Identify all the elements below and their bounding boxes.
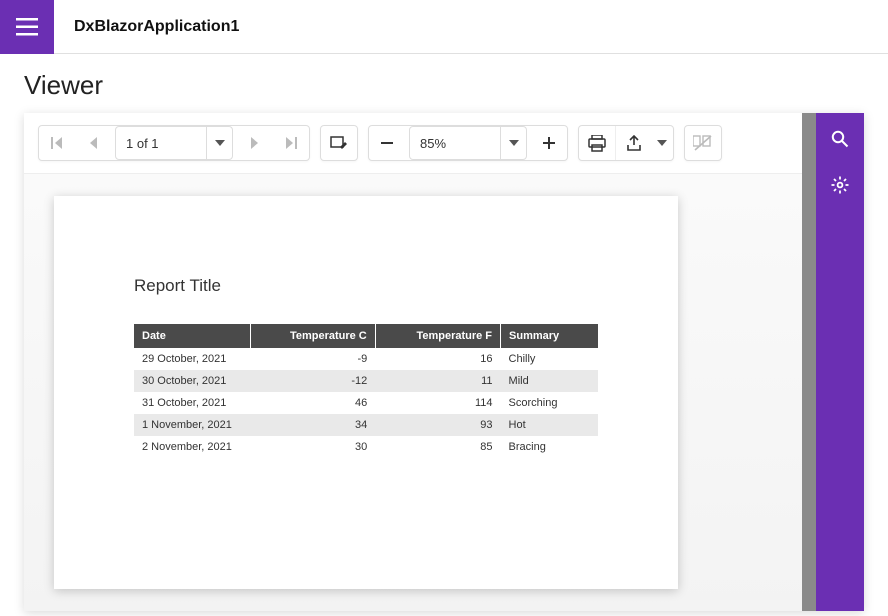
content-area: Viewer (0, 54, 888, 611)
zoom-input-wrapper (409, 126, 527, 160)
hamburger-menu-button[interactable] (0, 0, 54, 54)
zoom-in-button[interactable] (531, 126, 567, 160)
table-row: 31 October, 202146114Scorching (134, 392, 598, 414)
export-dropdown-button[interactable] (651, 126, 673, 160)
zoom-group (368, 125, 568, 161)
cell-tempC: -12 (250, 370, 375, 392)
cell-date: 2 November, 2021 (134, 436, 250, 458)
gear-icon (831, 176, 849, 194)
last-page-icon (284, 136, 298, 150)
top-bar: DxBlazorApplication1 (0, 0, 888, 54)
multipage-group (684, 125, 722, 161)
chevron-down-icon (657, 140, 667, 146)
col-header-tempc: Temperature C (250, 324, 375, 348)
last-page-button[interactable] (273, 126, 309, 160)
table-header-row: Date Temperature C Temperature F Summary (134, 324, 598, 348)
next-page-button[interactable] (237, 126, 273, 160)
cell-date: 1 November, 2021 (134, 414, 250, 436)
document-viewer: Report Title Date Temperature C Temperat… (24, 113, 864, 611)
plus-icon (542, 136, 556, 150)
first-page-icon (50, 136, 64, 150)
output-group (578, 125, 674, 161)
cell-summary: Bracing (501, 436, 598, 458)
cell-tempC: 46 (250, 392, 375, 414)
page-dropdown-button[interactable] (206, 127, 232, 159)
cell-date: 31 October, 2021 (134, 392, 250, 414)
export-button[interactable] (615, 126, 651, 160)
cell-date: 29 October, 2021 (134, 348, 250, 370)
print-button[interactable] (579, 126, 615, 160)
col-header-summary: Summary (501, 324, 598, 348)
chevron-left-icon (88, 136, 98, 150)
table-row: 2 November, 20213085Bracing (134, 436, 598, 458)
zoom-dropdown-button[interactable] (500, 127, 526, 159)
cell-tempF: 11 (375, 370, 500, 392)
hamburger-icon (16, 18, 38, 36)
page-navigation-group (38, 125, 310, 161)
app-title: DxBlazorApplication1 (74, 18, 239, 36)
minus-icon (380, 136, 394, 150)
table-row: 30 October, 2021-1211Mild (134, 370, 598, 392)
col-header-tempf: Temperature F (375, 324, 500, 348)
page-title: Viewer (24, 70, 864, 101)
cell-tempF: 93 (375, 414, 500, 436)
chevron-down-icon (509, 140, 519, 146)
zoom-out-button[interactable] (369, 126, 405, 160)
toggle-multipage-button[interactable] (685, 126, 721, 160)
cell-tempC: -9 (250, 348, 375, 370)
vertical-scrollbar[interactable] (802, 113, 816, 611)
viewer-main: Report Title Date Temperature C Temperat… (24, 113, 802, 611)
search-panel-button[interactable] (828, 127, 852, 151)
report-page: Report Title Date Temperature C Temperat… (54, 196, 678, 589)
print-icon (588, 135, 606, 152)
cell-summary: Mild (501, 370, 598, 392)
cell-tempC: 30 (250, 436, 375, 458)
first-page-button[interactable] (39, 126, 75, 160)
highlight-fields-button[interactable] (321, 126, 357, 160)
cell-summary: Hot (501, 414, 598, 436)
viewer-toolbar (24, 113, 802, 174)
cell-tempF: 85 (375, 436, 500, 458)
cell-tempC: 34 (250, 414, 375, 436)
prev-page-button[interactable] (75, 126, 111, 160)
edit-group (320, 125, 358, 161)
zoom-input[interactable] (410, 127, 500, 159)
export-icon (626, 135, 642, 152)
col-header-date: Date (134, 324, 250, 348)
search-icon (831, 130, 849, 148)
cell-tempF: 114 (375, 392, 500, 414)
cell-summary: Chilly (501, 348, 598, 370)
table-row: 29 October, 2021-916Chilly (134, 348, 598, 370)
highlight-fields-icon (330, 135, 348, 151)
report-table: Date Temperature C Temperature F Summary… (134, 324, 598, 458)
page-input-wrapper (115, 126, 233, 160)
cell-summary: Scorching (501, 392, 598, 414)
cell-date: 30 October, 2021 (134, 370, 250, 392)
page-surface[interactable]: Report Title Date Temperature C Temperat… (24, 174, 802, 611)
page-number-input[interactable] (116, 127, 206, 159)
multipage-icon (693, 134, 713, 152)
chevron-down-icon (215, 140, 225, 146)
settings-panel-button[interactable] (828, 173, 852, 197)
side-panel (816, 113, 864, 611)
cell-tempF: 16 (375, 348, 500, 370)
report-title: Report Title (134, 276, 598, 296)
chevron-right-icon (250, 136, 260, 150)
table-row: 1 November, 20213493Hot (134, 414, 598, 436)
